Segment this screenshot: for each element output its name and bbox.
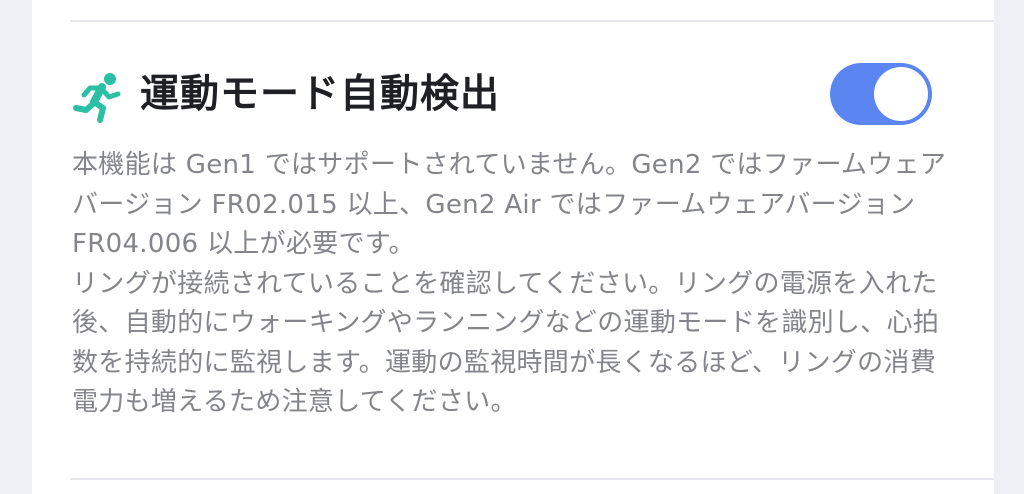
divider-bottom	[70, 478, 994, 480]
running-person-icon	[73, 73, 121, 123]
auto-detect-toggle[interactable]	[830, 63, 932, 125]
description-paragraph-2: リングが接続されていることを確認してください。リングの電源を入れた後、自動的にウ…	[72, 268, 940, 418]
setting-title: 運動モード自動検出	[140, 72, 501, 117]
toggle-knob	[874, 67, 928, 121]
description-paragraph-1: 本機能は Gen1 ではサポートされていません。Gen2 ではファームウェアバー…	[72, 150, 947, 259]
setting-header: 運動モード自動検出	[72, 60, 952, 132]
settings-card: 運動モード自動検出 本機能は Gen1 ではサポートされていません。Gen2 で…	[32, 0, 994, 494]
setting-description: 本機能は Gen1 ではサポートされていません。Gen2 ではファームウェアバー…	[72, 146, 957, 423]
divider-top	[70, 20, 994, 22]
